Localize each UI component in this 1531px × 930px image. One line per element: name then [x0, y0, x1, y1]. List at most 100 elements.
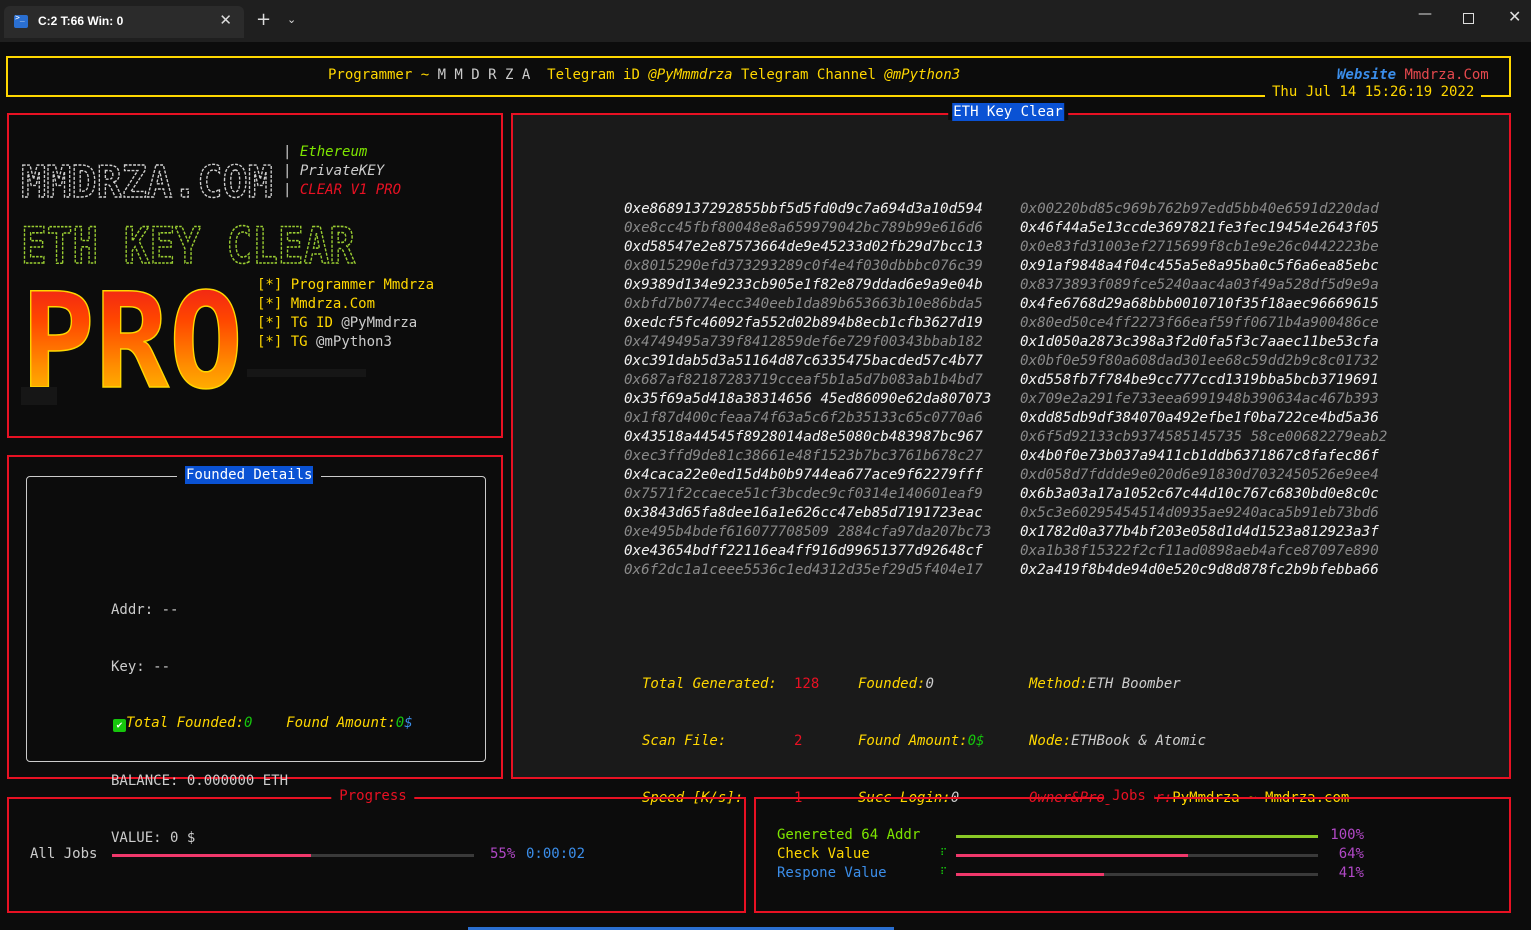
method-label: Method: — [1029, 676, 1089, 692]
maximize-button[interactable] — [1463, 13, 1474, 24]
pro-art: PRO — [21, 265, 243, 405]
address-row: 0x8373893f089fce5240aac4a03f49a528df5d9e… — [1020, 277, 1379, 293]
jobs-title: Jobs — [1104, 788, 1154, 804]
private-key-row: 0x687af82187283719cceaf5b1a5d7b083ab1b4b… — [624, 372, 983, 388]
tab-close-icon[interactable]: ✕ — [219, 11, 232, 29]
bullet-label: TG — [290, 334, 308, 350]
eth-panel-title: ETH Key Clear — [948, 103, 1068, 121]
founded-title-text: Founded Details — [185, 466, 314, 484]
address-row: 0x6b3a03a17a1052c67c44d10c767c6830bd0e8c… — [1020, 486, 1379, 502]
job-percent: 100% — [1330, 827, 1364, 843]
founded-totals: ✔ Total Founded:0 Found Amount:0$ — [113, 715, 413, 732]
job-name: Genereted 64 Addr — [777, 827, 921, 843]
spinner-icon: ⠏ — [940, 867, 948, 878]
address-row: 0xa1b38f15322f2cf11ad0898aeb4afce87097e8… — [1020, 543, 1379, 559]
bullet-value: @PyMmdrza — [341, 315, 418, 331]
node-value: ETHBook & Atomic — [1071, 733, 1207, 749]
logo-text: MMDRZA.COM — [21, 157, 273, 208]
bullet-label: TG ID — [290, 315, 333, 331]
scan-file-label: Scan File: — [642, 733, 727, 749]
private-key-row: 0x3843d65fa8dee16a1e626cc47eb85d7191723e… — [624, 505, 983, 521]
address-row: 0x4b0f0e73b037a9411cb1ddb6371867c8fafec8… — [1020, 448, 1379, 464]
datetime: Thu Jul 14 15:26:19 2022 — [1265, 84, 1482, 100]
programmer-label: Programmer ~ — [328, 67, 438, 83]
website-url: Mmdrza.Com — [1404, 67, 1489, 83]
bullet-tag: [*] — [257, 296, 283, 312]
address-row: 0x709e2a291fe733eea6991948b390634ac467b3… — [1020, 391, 1379, 407]
bullet-value: Mmdrza — [383, 277, 435, 293]
address-column: 0x00220bd85c969b762b97edd5bb40e6591d220d… — [1020, 200, 1387, 580]
scan-file-value: 2 — [794, 733, 803, 749]
jobs-panel: Jobs Genereted 64 Addr 100% Check Value ⠏ 64… — [754, 788, 1511, 913]
telegram-channel-label: Telegram Channel — [732, 67, 885, 83]
minimize-button[interactable]: — — [1418, 6, 1432, 22]
progress-title: Progress — [331, 788, 415, 804]
separator: | — [283, 163, 292, 179]
bullet-label: Mmdrza.Com — [290, 296, 376, 312]
address-row: 0x4fe6768d29a68bbb0010710f35f18aec966696… — [1020, 296, 1379, 312]
found-amount-unit: $ — [976, 733, 985, 749]
job-percent: 41% — [1338, 865, 1364, 881]
founded-label: Founded: — [858, 676, 926, 692]
founded-title: Founded Details — [177, 466, 322, 484]
all-jobs-label: All Jobs — [30, 846, 98, 862]
method-value: ETH Boomber — [1088, 676, 1181, 692]
founded-value: 0 — [925, 676, 934, 692]
private-key-row: 0x4749495a739f8412859def6e729f00343bbab1… — [624, 334, 983, 350]
job-progress-bar — [956, 835, 1318, 838]
found-amount-label: Found Amount: — [858, 733, 968, 749]
title-bar: C:2 T:66 Win: 0 ✕ + ⌄ — ✕ — [0, 0, 1531, 42]
terminal-tab[interactable]: C:2 T:66 Win: 0 ✕ — [4, 6, 244, 38]
private-key-row: 0xe43654bdff22116ea4ff916d99651377d92648… — [624, 543, 983, 559]
key-value: -- — [153, 659, 171, 675]
eth-key-panel: ETH Key Clear 0xe8689137292855bbf5d5fd0d… — [511, 103, 1511, 806]
private-key-row: 0x7571f2ccaece51cf3bcdec9cf0314e140601ea… — [624, 486, 983, 502]
private-key-row: 0x43518a44545f8928014ad8e5080cb483987bc9… — [624, 429, 983, 445]
close-button[interactable]: ✕ — [1508, 7, 1521, 26]
separator: | — [283, 144, 292, 160]
spinner-icon: ⠏ — [940, 848, 948, 859]
job-name: Check Value — [777, 846, 870, 862]
private-key-row: 0x8015290efd373293289c0f4e4f030dbbbc076c… — [624, 258, 983, 274]
telegram-id-label: Telegram iD — [538, 67, 649, 83]
telegram-id: @PyMmmdrza — [648, 67, 733, 83]
address-row: 0x00220bd85c969b762b97edd5bb40e6591d220d… — [1020, 201, 1379, 217]
job-progress-fill — [956, 854, 1188, 857]
address-row: 0xdd85db9df384070a492efbe1f0ba722ce4bd5a… — [1020, 410, 1379, 426]
info-version: CLEAR V1 PRO — [299, 182, 402, 198]
address-row: 0xd058d7fddde9e020d6e91830d7032450526e9e… — [1020, 467, 1379, 483]
private-key-row: 0x4caca22e0ed15d4b0b9744ea677ace9f62279f… — [624, 467, 983, 483]
progress-percent: 55% — [490, 846, 516, 862]
job-name: Respone Value — [777, 865, 887, 881]
elapsed-time: 0:00:02 — [526, 846, 586, 862]
founded-panel: Founded Details Addr: -- Key: -- BALANCE… — [7, 455, 503, 846]
website-label: Website — [1337, 67, 1397, 83]
header-credits: Programmer ~ M M D R Z A Telegram iD @Py… — [328, 67, 960, 83]
progress-bar — [112, 854, 474, 857]
info-ethereum: Ethereum — [299, 144, 368, 160]
programmer-name: M M D R Z A — [437, 67, 539, 83]
private-key-row: 0x9389d134e9233cb905e1f82e879ddad6e9a9e0… — [624, 277, 983, 293]
website: Website Mmdrza.Com — [1337, 67, 1489, 83]
new-tab-button[interactable]: + — [256, 9, 271, 30]
banner-bullets: [*] Programmer Mmdrza [*] Mmdrza.Com [*]… — [257, 276, 434, 352]
private-key-row: 0xe8cc45fbf80048e8a659979042bc789b99e616… — [624, 220, 983, 236]
bullet-tag: [*] — [257, 277, 283, 293]
total-founded-label: Total Founded: — [126, 715, 245, 731]
total-generated-value: 128 — [794, 676, 820, 692]
bullet-item: [*] TG ID @PyMmdrza — [257, 314, 434, 333]
check-icon: ✔ — [113, 719, 126, 732]
found-amount-unit: $ — [404, 715, 413, 731]
bullet-item: [*] Programmer Mmdrza — [257, 276, 434, 295]
key-label: Key: — [111, 659, 145, 675]
balance-label: BALANCE: — [111, 773, 179, 789]
progress-panel: Progress All Jobs 55% 0:00:02 — [7, 788, 746, 913]
info-privatekey: PrivateKEY — [299, 163, 385, 179]
chevron-down-icon[interactable]: ⌄ — [287, 13, 296, 26]
found-amount-value: 0 — [967, 733, 977, 749]
progress-bar-fill — [112, 854, 312, 857]
eth-panel-title-text: ETH Key Clear — [952, 103, 1064, 121]
bullet-item: [*] TG @mPython3 — [257, 333, 434, 352]
bullet-label: Programmer — [290, 277, 376, 293]
total-generated-label: Total Generated: — [642, 676, 777, 692]
